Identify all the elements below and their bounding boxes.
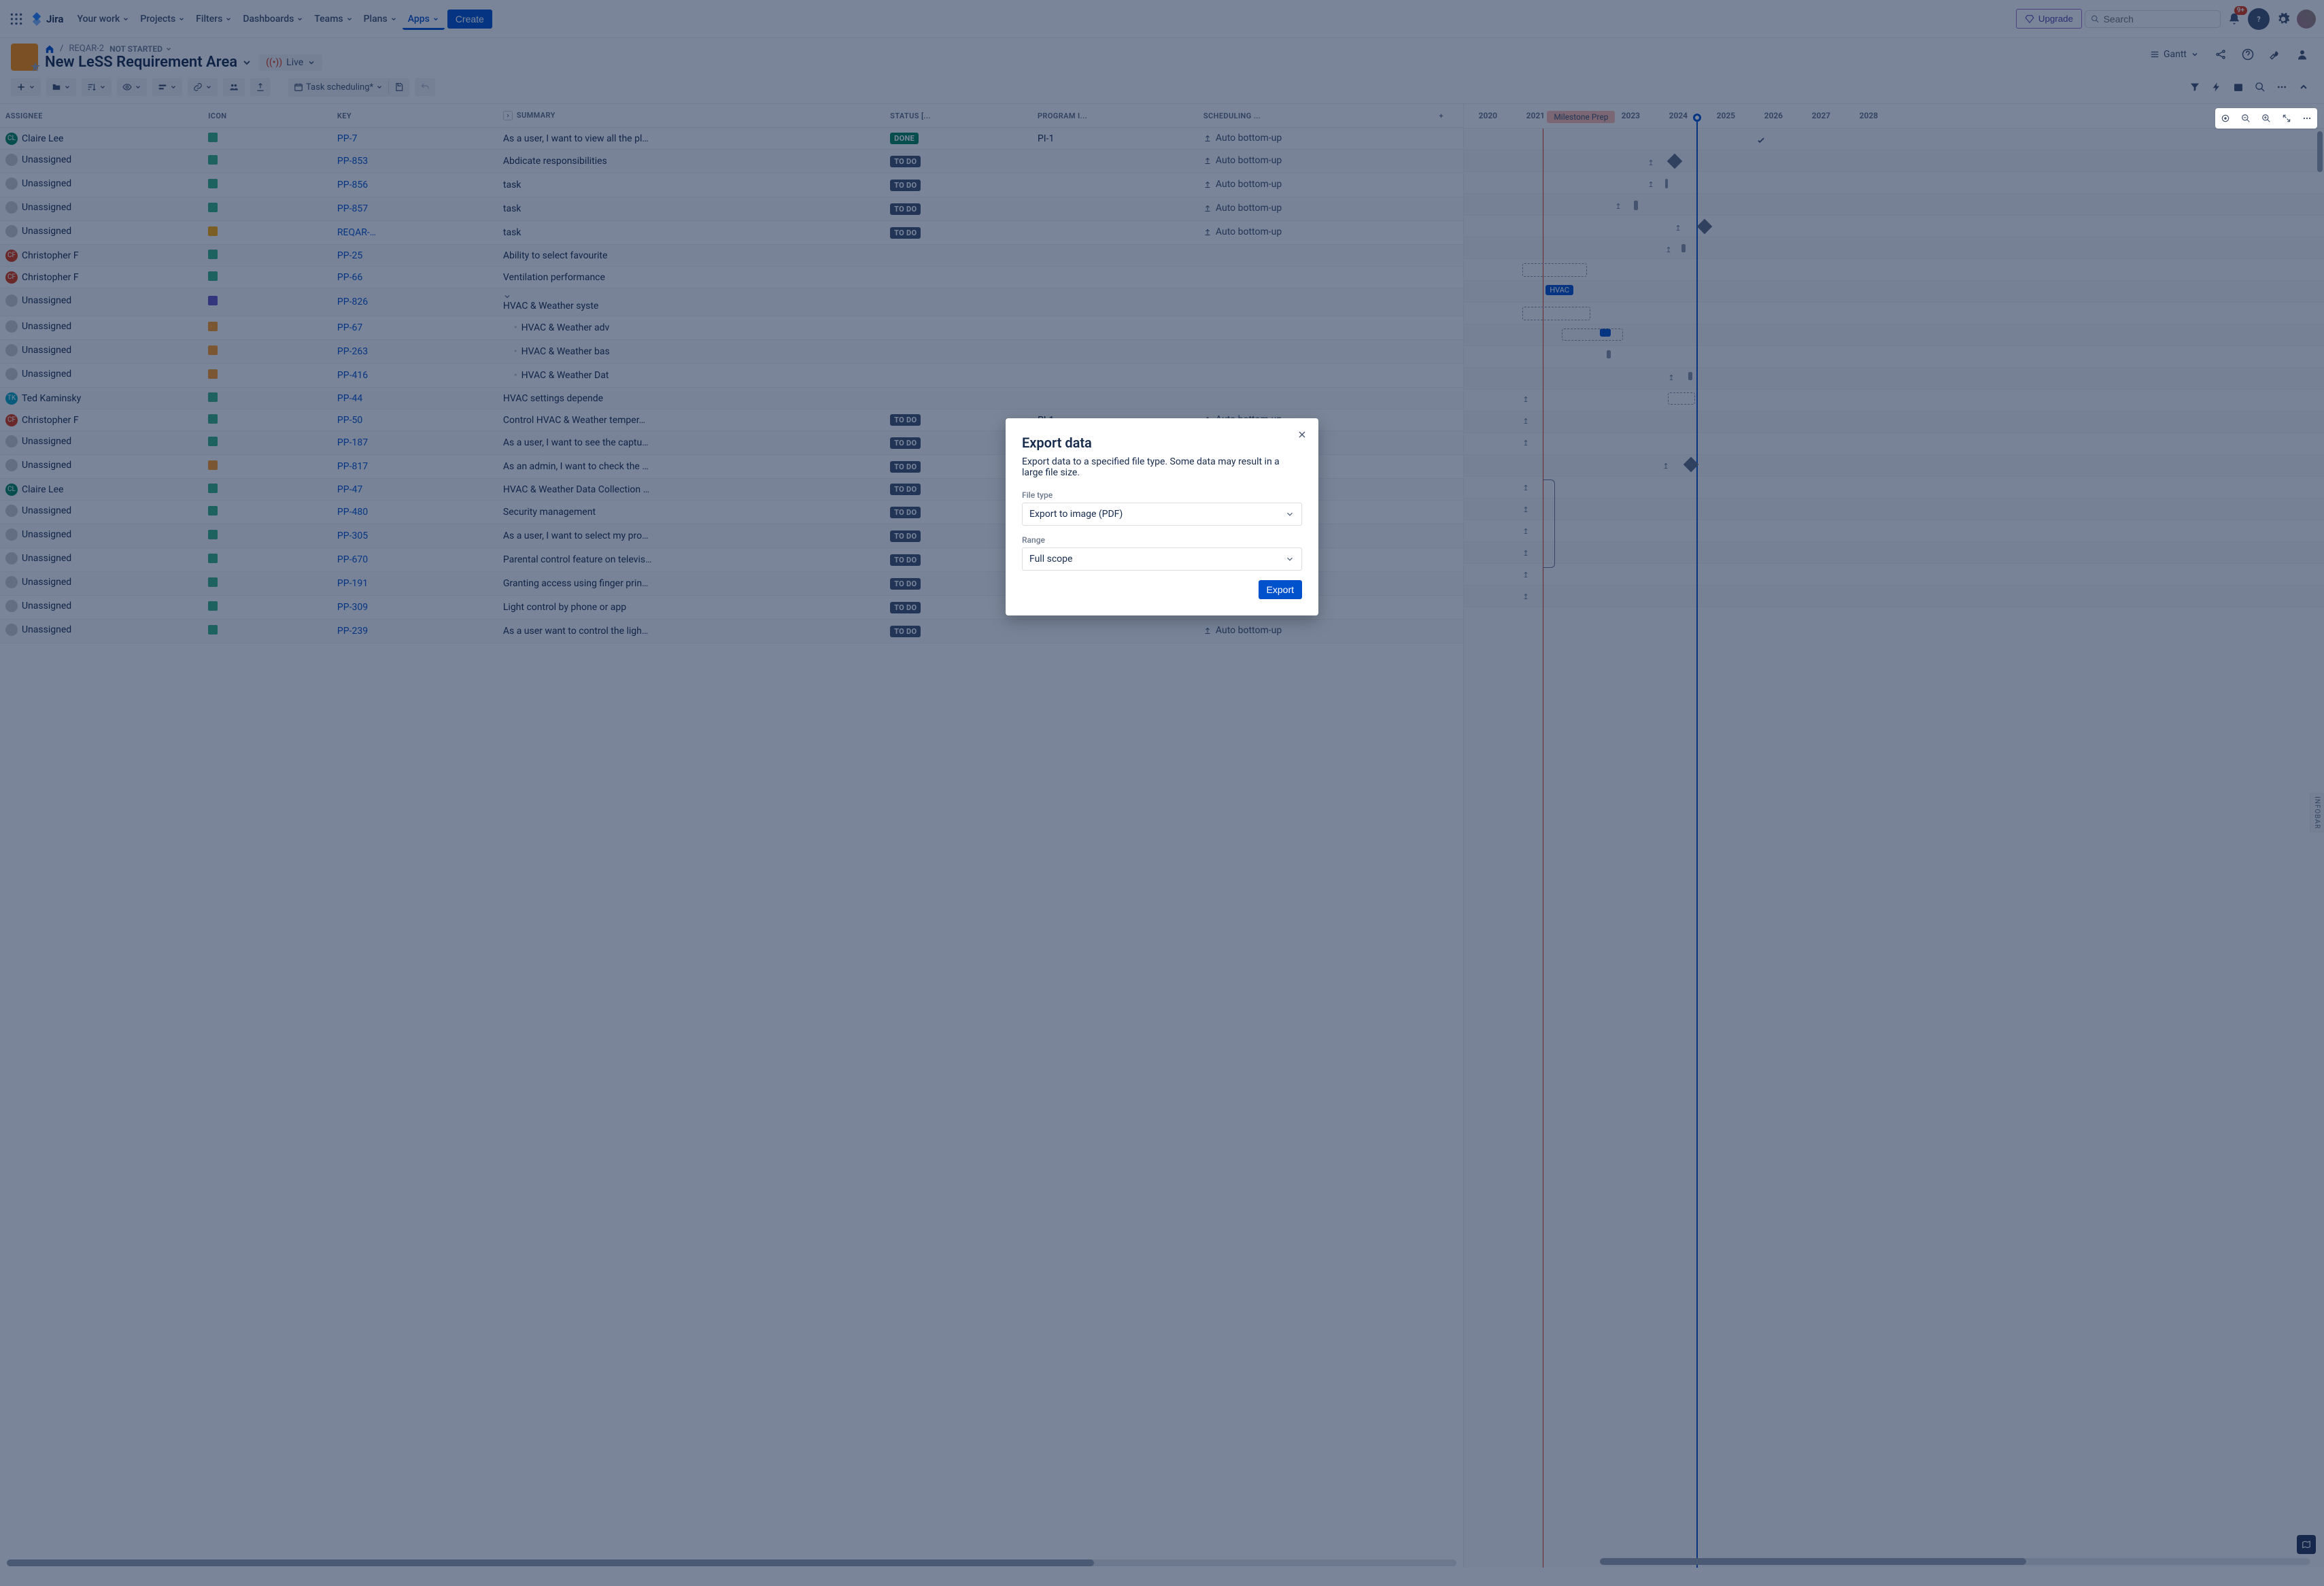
target-icon <box>2221 114 2230 123</box>
chevron-down-icon <box>1285 509 1295 519</box>
export-button[interactable]: Export <box>1259 580 1302 599</box>
export-modal: Export data Export data to a specified f… <box>1006 418 1318 615</box>
zoom-out-button[interactable] <box>2237 109 2255 127</box>
close-icon <box>1297 429 1308 440</box>
range-label: Range <box>1022 535 1302 545</box>
modal-desc: Export data to a specified file type. So… <box>1022 456 1302 478</box>
zoom-in-icon <box>2261 114 2271 123</box>
gantt-more-button[interactable] <box>2298 109 2316 127</box>
modal-overlay[interactable]: Export data Export data to a specified f… <box>0 0 2324 1586</box>
file-type-label: File type <box>1022 490 1302 500</box>
dots-icon <box>2302 114 2312 123</box>
fullscreen-button[interactable] <box>2278 109 2295 127</box>
modal-close-button[interactable] <box>1297 429 1308 440</box>
zoom-in-button[interactable] <box>2257 109 2275 127</box>
zoom-out-icon <box>2241 114 2251 123</box>
gantt-tools <box>2215 108 2317 129</box>
chevron-down-icon <box>1285 554 1295 564</box>
expand-icon <box>2282 114 2291 123</box>
range-select[interactable]: Full scope <box>1022 547 1302 571</box>
locate-button[interactable] <box>2217 109 2234 127</box>
file-type-select[interactable]: Export to image (PDF) <box>1022 503 1302 526</box>
modal-title: Export data <box>1022 435 1302 451</box>
